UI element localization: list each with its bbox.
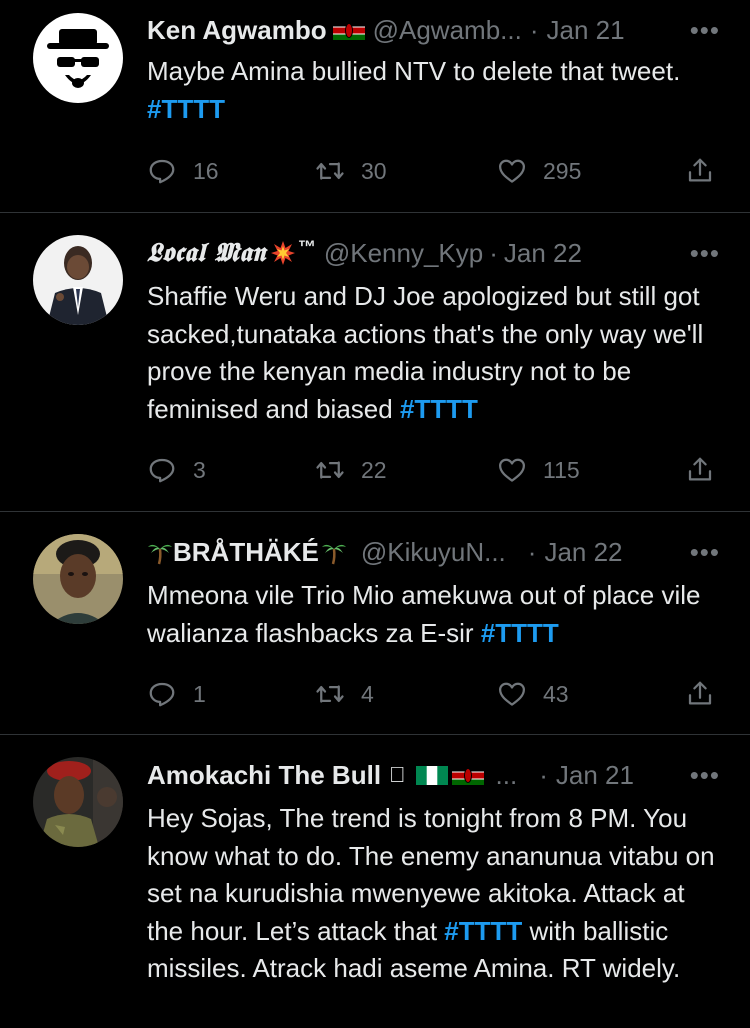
tweet-text: Maybe Amina bullied NTV to delete that t… (147, 56, 681, 124)
separator: · (489, 238, 498, 268)
more-icon[interactable]: ••• (690, 235, 720, 271)
tweet-3[interactable]: BRÅTHÄKÉ @KikuyuN... · Jan 22 ••• Mmeona… (0, 512, 750, 734)
tweet-date[interactable]: Jan 21 (547, 12, 625, 48)
display-name[interactable]: Amokachi The Bull (147, 757, 381, 793)
heart-icon (499, 159, 525, 183)
retweet-count: 30 (361, 157, 387, 184)
like-count: 295 (543, 157, 582, 184)
share-icon (688, 158, 712, 182)
avatar[interactable] (33, 534, 123, 624)
retweet-button[interactable]: 30 (315, 153, 387, 189)
more-icon[interactable]: ••• (690, 757, 720, 793)
reply-count: 1 (193, 680, 206, 707)
reply-icon (149, 159, 175, 184)
tweet-text: Shaffie Weru and DJ Joe apologized but s… (147, 281, 704, 424)
retweet-button[interactable]: 4 (315, 676, 374, 712)
reply-button[interactable]: 16 (147, 153, 219, 189)
more-icon[interactable]: ••• (690, 12, 720, 48)
palm-tree-icon (321, 539, 347, 565)
tweet-actions: 3 22 115 (147, 452, 727, 488)
tweet-2[interactable]: 𝕷𝖔𝖈𝖆𝖑 𝕸𝖆𝖓 ™ @Kenny_Kyp · Jan 22 ••• Shaf… (0, 213, 750, 511)
share-button[interactable] (685, 452, 715, 488)
tweet-date[interactable]: Jan 21 (556, 757, 634, 793)
retweet-icon (316, 685, 344, 703)
retweet-button[interactable]: 22 (315, 452, 387, 488)
separator: · (539, 757, 548, 793)
retweet-count: 4 (361, 680, 374, 707)
kenya-flag-icon (451, 765, 484, 785)
display-name[interactable]: 𝕷𝖔𝖈𝖆𝖑 𝕸𝖆𝖓 (147, 235, 266, 271)
tweet-actions: 16 30 295 (147, 153, 727, 189)
reply-icon (149, 458, 175, 483)
like-count: 115 (543, 456, 580, 483)
tweet-date[interactable]: Jan 22 (544, 534, 622, 570)
reply-icon (149, 682, 175, 707)
tweet-date[interactable]: Jan 22 (504, 235, 582, 271)
avatar[interactable] (33, 13, 123, 103)
separator: · (527, 537, 537, 567)
palm-tree-icon (147, 539, 173, 565)
share-icon (688, 457, 712, 481)
hashtag-link[interactable]: #TTTT (400, 394, 478, 424)
nigeria-flag-icon (415, 765, 448, 785)
more-icon[interactable]: ••• (690, 534, 720, 570)
user-handle[interactable]: @Agwamb... (373, 12, 522, 48)
retweet-icon (316, 162, 344, 180)
user-handle[interactable]: @Kenny_Kyp (324, 235, 483, 271)
reply-button[interactable]: 1 (147, 676, 206, 712)
tweet-actions: 1 4 43 (147, 676, 727, 712)
user-handle[interactable]: @KikuyuN... (361, 534, 506, 570)
separator: · (529, 15, 539, 45)
hashtag-link[interactable]: #TTTT (147, 94, 225, 124)
share-button[interactable] (685, 676, 715, 712)
heart-icon (499, 458, 525, 482)
display-name[interactable]: BRÅTHÄKÉ (173, 534, 319, 570)
like-button[interactable]: 43 (497, 676, 569, 712)
name-truncation: ... (479, 760, 518, 790)
retweet-count: 22 (361, 456, 387, 483)
share-button[interactable] (685, 153, 715, 189)
avatar[interactable] (33, 757, 123, 847)
apple-icon:  (389, 757, 406, 793)
reply-count: 3 (193, 456, 206, 483)
hashtag-link[interactable]: #TTTT (444, 916, 522, 946)
reply-count: 16 (193, 157, 219, 184)
reply-button[interactable]: 3 (147, 452, 206, 488)
kenya-flag-icon (332, 20, 365, 40)
tweet-text: Hey Sojas, The trend is tonight from 8 P… (147, 803, 715, 983)
share-icon (688, 681, 712, 705)
avatar[interactable] (33, 235, 123, 325)
heart-icon (499, 682, 525, 706)
tweet-text: Mmeona vile Trio Mio amekuwa out of plac… (147, 580, 701, 648)
trademark-symbol: ™ (297, 237, 316, 257)
display-name[interactable]: Ken Agwambo (147, 12, 327, 48)
like-button[interactable]: 115 (497, 452, 580, 488)
tweet-4[interactable]: Amokachi The Bull  ... · Jan 21 ••• Hey… (0, 735, 750, 1028)
tweet-1[interactable]: Ken Agwambo @Agwamb... · Jan 21 ••• Mayb… (0, 0, 750, 212)
hashtag-link[interactable]: #TTTT (481, 618, 559, 648)
like-count: 43 (543, 680, 569, 707)
explosion-icon (270, 240, 296, 266)
like-button[interactable]: 295 (497, 153, 581, 189)
retweet-icon (316, 461, 344, 479)
